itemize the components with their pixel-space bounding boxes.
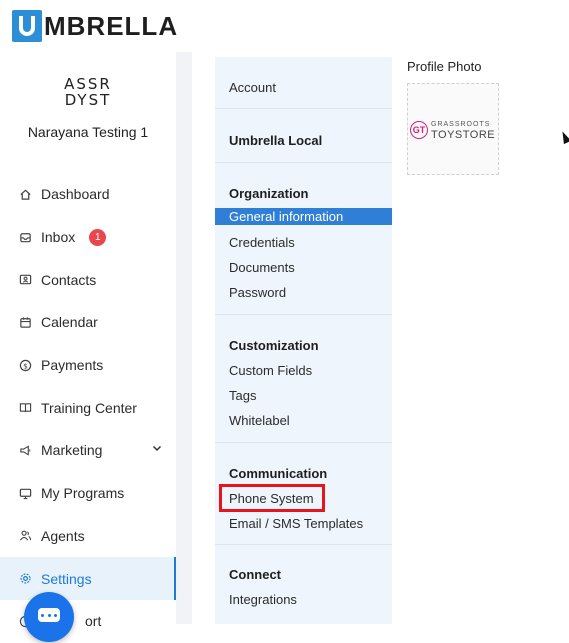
settings-section-customization: Customization Custom Fields Tags Whitela… <box>215 315 392 443</box>
sidebar-item-label: Inbox <box>41 229 76 246</box>
logo-line-2: TOYSTORE <box>431 129 496 141</box>
sidebar-item-dashboard[interactable]: Dashboard <box>0 173 176 216</box>
settings-link-account[interactable]: Account <box>229 80 276 95</box>
section-title: Communication <box>229 466 328 481</box>
app-logo[interactable]: MBRELLA <box>12 10 178 42</box>
settings-section-connect: Connect Integrations <box>215 545 392 624</box>
settings-section-account: Account <box>215 57 392 109</box>
svg-text:$: $ <box>23 361 28 370</box>
account-name: Narayana Testing 1 <box>27 124 149 140</box>
settings-link-whitelabel[interactable]: Whitelabel <box>229 413 290 428</box>
users-icon <box>18 529 32 543</box>
sidebar-gutter <box>176 52 192 624</box>
contacts-icon <box>18 273 32 287</box>
profile-photo-label: Profile Photo <box>407 59 482 74</box>
settings-menu: Account Umbrella Local Organization Gene… <box>215 57 392 624</box>
settings-section-organization: Organization General information Credent… <box>215 163 392 315</box>
avatar-line-2: DYST <box>64 91 112 109</box>
sidebar-item-my-programs[interactable]: My Programs <box>0 472 176 515</box>
settings-link-custom-fields[interactable]: Custom Fields <box>229 363 312 378</box>
sidebar-item-label: Calendar <box>41 314 98 331</box>
sidebar-item-label: Agents <box>41 527 85 544</box>
megaphone-icon <box>18 443 32 457</box>
sidebar-item-marketing[interactable]: Marketing <box>0 429 176 472</box>
sidebar-item-label: ort <box>85 613 102 630</box>
sidebar-item-label: Settings <box>41 570 92 587</box>
sidebar-item-contacts[interactable]: Contacts <box>0 258 176 301</box>
highlight-box <box>219 484 325 512</box>
sidebar-item-agents[interactable]: Agents <box>0 515 176 558</box>
mouse-cursor-icon <box>558 129 569 145</box>
sidebar-item-inbox[interactable]: Inbox 1 <box>0 216 176 259</box>
settings-section-umbrella-local: Umbrella Local <box>215 109 392 163</box>
sidebar-item-label: Payments <box>41 357 104 374</box>
gear-icon <box>18 572 32 586</box>
settings-link-umbrella-local[interactable]: Umbrella Local <box>229 133 322 148</box>
settings-link-password[interactable]: Password <box>229 285 286 300</box>
inbox-icon <box>18 230 32 244</box>
settings-link-tags[interactable]: Tags <box>229 388 256 403</box>
umbrella-logo-icon <box>12 10 42 42</box>
chat-bubble-icon <box>38 608 60 622</box>
dollar-icon: $ <box>18 358 32 372</box>
chat-button[interactable] <box>24 592 74 642</box>
settings-link-label: General information <box>229 209 344 224</box>
logo-mark: GT <box>410 121 428 139</box>
book-icon <box>18 401 32 415</box>
calendar-icon <box>18 315 32 329</box>
settings-link-integrations[interactable]: Integrations <box>229 592 297 607</box>
sidebar-nav: Dashboard Inbox 1 Contacts Calendar $ Pa… <box>0 173 176 643</box>
monitor-icon <box>18 486 32 500</box>
account-avatar[interactable]: ASSR DYST <box>0 76 176 108</box>
section-title: Customization <box>229 338 319 353</box>
sidebar-item-settings[interactable]: Settings <box>0 557 176 600</box>
sidebar-item-label: Dashboard <box>41 186 110 203</box>
chevron-down-icon[interactable] <box>152 443 162 456</box>
sidebar-item-label: Training Center <box>41 399 137 416</box>
sidebar-item-training-center[interactable]: Training Center <box>0 386 176 429</box>
profile-photo-upload[interactable]: GT GRASSROOTS TOYSTORE <box>407 83 499 175</box>
sidebar-item-calendar[interactable]: Calendar <box>0 301 176 344</box>
settings-link-credentials[interactable]: Credentials <box>229 235 295 250</box>
settings-link-general-information[interactable]: General information <box>215 208 392 225</box>
inbox-count-badge: 1 <box>89 228 107 246</box>
sidebar-item-label: My Programs <box>41 485 125 502</box>
sidebar-item-label: Contacts <box>41 271 97 288</box>
logo-wordmark: GRASSROOTS TOYSTORE <box>431 120 496 141</box>
sidebar-item-label: Marketing <box>41 442 103 459</box>
sidebar-item-payments[interactable]: $ Payments <box>0 344 176 387</box>
logo-text: MBRELLA <box>44 10 179 41</box>
section-title: Connect <box>229 567 281 582</box>
settings-link-documents[interactable]: Documents <box>229 260 295 275</box>
home-icon <box>18 187 32 201</box>
section-title: Organization <box>229 186 309 201</box>
avatar-line-1: ASSR <box>64 75 112 93</box>
company-logo-image: GT GRASSROOTS TOYSTORE <box>410 120 496 141</box>
settings-link-email-sms-templates[interactable]: Email / SMS Templates <box>229 516 363 531</box>
